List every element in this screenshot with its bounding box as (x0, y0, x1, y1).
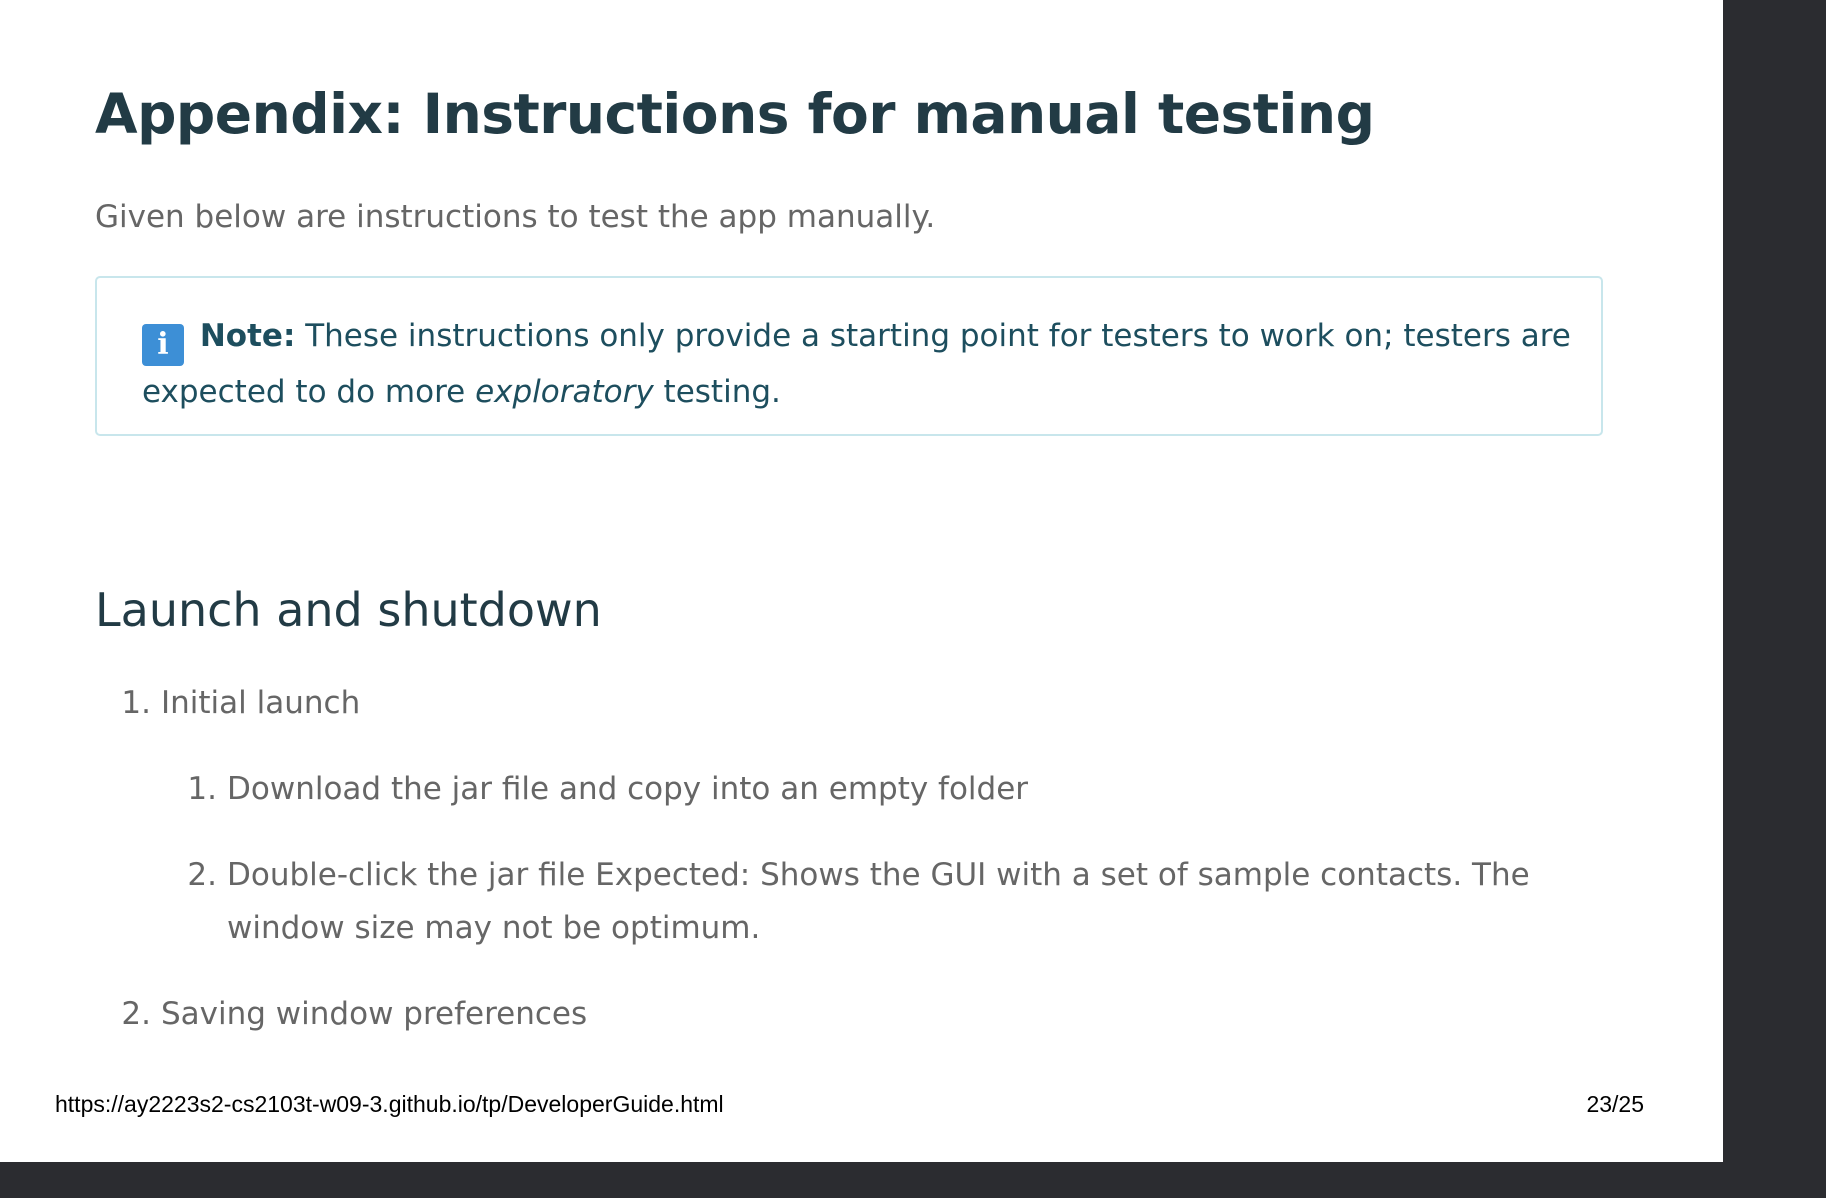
section-title: Launch and shutdown (95, 583, 602, 637)
list-item-number: 2. (121, 996, 151, 1032)
note-body-start: These instructions only provide a starti… (142, 318, 1571, 410)
viewer-bottom-bar (0, 1162, 1723, 1198)
footer-url: https://ay2223s2-cs2103t-w09-3.github.io… (55, 1091, 724, 1117)
note-text: i Note: These instructions only provide … (142, 310, 1582, 418)
list-item-text: Download the jar file and copy into an e… (227, 771, 1029, 807)
list-item-label: Saving window preferences (161, 996, 588, 1032)
list-item-number: 1. (121, 685, 151, 721)
list-item-text: Double-click the jar file Expected: Show… (227, 857, 1530, 946)
list-item-number: 2. (187, 857, 217, 893)
list-item-label: Initial launch (161, 685, 361, 721)
note-emphasis: exploratory (475, 374, 654, 410)
list-item-number: 1. (187, 771, 217, 807)
page-number: 23/25 (1586, 1091, 1644, 1117)
intro-text: Given below are instructions to test the… (95, 199, 936, 235)
note-body-end: testing. (653, 374, 781, 410)
note-box: i Note: These instructions only provide … (95, 276, 1603, 436)
viewer-side-panel (1723, 0, 1826, 1198)
page-title: Appendix: Instructions for manual testin… (95, 82, 1375, 146)
document-page: Appendix: Instructions for manual testin… (0, 0, 1723, 1162)
note-label: Note: (199, 318, 296, 354)
info-icon: i (142, 324, 184, 366)
